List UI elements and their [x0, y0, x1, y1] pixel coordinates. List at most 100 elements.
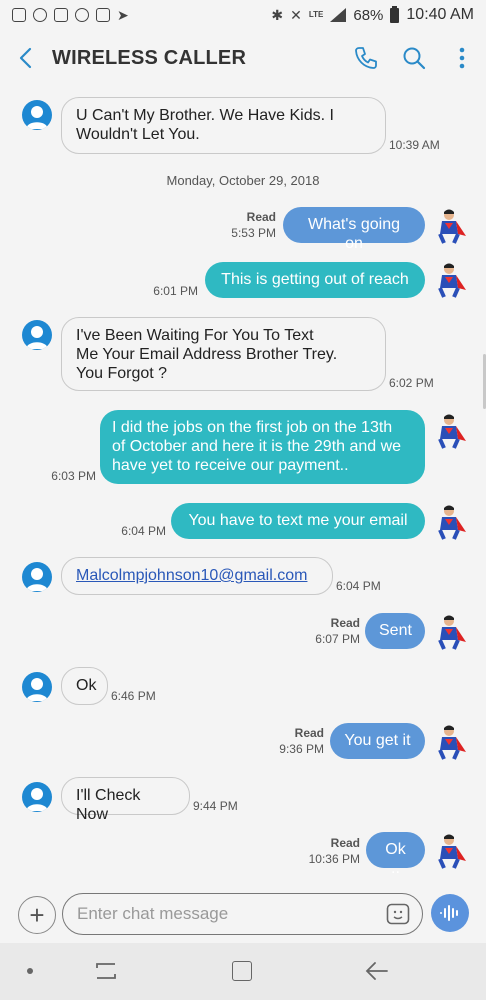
nav-dot-icon[interactable]	[27, 968, 33, 974]
search-icon	[403, 47, 426, 70]
message-meta: Read 10:36 PM	[296, 835, 360, 867]
message-time: 6:01 PM	[153, 284, 198, 298]
person-icon	[26, 678, 48, 701]
voice-record-button[interactable]	[431, 894, 469, 932]
superman-icon	[438, 209, 466, 244]
superman-icon	[438, 725, 466, 760]
message-time: 6:03 PM	[51, 469, 96, 483]
message-line: Wouldn't Let You.	[76, 126, 200, 143]
message-time: 6:02 PM	[389, 376, 434, 390]
message-meta: Read 6:07 PM	[298, 615, 360, 647]
message-line: have yet to receive our payment..	[112, 457, 349, 474]
outgoing-message[interactable]: This is getting out of reach	[205, 262, 425, 298]
notification-icons: ➤	[12, 8, 129, 22]
message-time: 6:07 PM	[315, 632, 360, 646]
incoming-message[interactable]: Ok	[61, 667, 108, 705]
message-time: 5:53 PM	[231, 226, 276, 240]
my-avatar[interactable]	[430, 612, 468, 650]
incoming-message[interactable]: Malcolmpjohnson10@gmail.com	[61, 557, 333, 595]
voice-icon	[440, 905, 458, 921]
building-icon	[12, 8, 26, 22]
home-icon[interactable]	[232, 961, 252, 981]
my-avatar[interactable]	[430, 722, 468, 760]
conversation-header: WIRELESS CALLER	[0, 30, 486, 86]
message-line: U Can't My Brother. We Have Kids. I	[76, 107, 334, 124]
message-composer: +	[0, 891, 486, 941]
recent-apps-icon[interactable]	[94, 960, 118, 982]
screenshot-icon	[96, 8, 110, 22]
my-avatar[interactable]	[430, 206, 468, 244]
outgoing-message[interactable]: Sent	[365, 613, 425, 649]
incoming-message[interactable]: I've Been Waiting For You To Text Me You…	[61, 317, 386, 391]
message-line: Ok ..	[385, 841, 406, 877]
more-vert-icon	[459, 47, 465, 69]
phone-icon	[355, 47, 377, 69]
outgoing-message[interactable]: What's going on	[283, 207, 425, 252]
instagram-icon	[54, 8, 68, 22]
contact-avatar[interactable]	[22, 100, 52, 130]
outgoing-message[interactable]: Ok ..	[366, 832, 425, 877]
superman-icon	[438, 263, 466, 298]
mute-icon: ✕	[290, 7, 302, 23]
message-time: 10:36 PM	[308, 852, 360, 866]
bluetooth-icon: ✱	[271, 7, 284, 23]
message-line: You get it	[344, 732, 411, 749]
call-button[interactable]	[342, 30, 390, 86]
sticker-icon[interactable]	[386, 903, 410, 925]
message-line: Sent	[379, 622, 412, 639]
message-input[interactable]	[77, 904, 367, 924]
message-line: Me Your Email Address Brother Trey.	[76, 346, 338, 363]
outgoing-message[interactable]: You have to text me your email	[171, 503, 425, 539]
message-list[interactable]: U Can't My Brother. We Have Kids. I Woul…	[0, 86, 486, 891]
attach-button[interactable]: +	[18, 896, 56, 934]
contact-avatar[interactable]	[22, 672, 52, 702]
message-meta: Read 9:36 PM	[260, 725, 324, 757]
message-line: of October and here it is the 29th and w…	[112, 438, 402, 455]
search-button[interactable]	[390, 30, 438, 86]
sprint-icon: ➤	[117, 7, 129, 23]
person-icon	[26, 106, 48, 129]
person-icon	[26, 788, 48, 811]
contact-avatar[interactable]	[22, 562, 52, 592]
my-avatar[interactable]	[430, 831, 468, 869]
message-time: 6:04 PM	[336, 579, 381, 593]
signal-icon	[330, 8, 347, 22]
system-icons: ✱ ✕ LTE 68% 10:40 AM	[271, 5, 474, 24]
contact-avatar[interactable]	[22, 320, 52, 350]
message-time: 9:44 PM	[193, 799, 238, 813]
person-icon	[26, 326, 48, 349]
my-avatar[interactable]	[430, 502, 468, 540]
message-line: You have to text me your email	[188, 512, 408, 529]
person-icon	[26, 568, 48, 591]
back-arrow-icon	[19, 47, 32, 69]
incoming-message[interactable]: U Can't My Brother. We Have Kids. I Woul…	[61, 97, 386, 154]
message-line: I did the jobs on the first job on the 1…	[112, 419, 393, 436]
lte-label: LTE	[308, 10, 324, 19]
incoming-message[interactable]: I'll Check Now	[61, 777, 190, 823]
message-line: I've Been Waiting For You To Text	[76, 327, 314, 344]
message-line: This is getting out of reach	[221, 271, 409, 288]
messenger-icon	[75, 8, 89, 22]
outgoing-message[interactable]: I did the jobs on the first job on the 1…	[100, 410, 425, 484]
nav-back-icon[interactable]	[364, 960, 390, 982]
message-input-box[interactable]	[62, 893, 423, 935]
back-button[interactable]	[0, 30, 52, 86]
outgoing-message[interactable]: You get it	[330, 723, 425, 759]
my-avatar[interactable]	[430, 260, 468, 298]
battery-percent: 68%	[353, 6, 384, 24]
plus-icon: +	[29, 900, 45, 930]
message-line: What's going on	[308, 216, 400, 252]
contact-avatar[interactable]	[22, 782, 52, 812]
contact-title: WIRELESS CALLER	[52, 46, 247, 69]
link-icon	[33, 8, 47, 22]
read-status: Read	[330, 836, 360, 850]
email-link[interactable]: Malcolmpjohnson10@gmail.com	[76, 567, 307, 584]
system-nav-bar	[0, 943, 486, 1000]
message-time: 6:46 PM	[111, 689, 156, 703]
message-time: 6:04 PM	[121, 524, 166, 538]
message-time: 9:36 PM	[279, 742, 324, 756]
message-line: I'll Check Now	[76, 787, 141, 823]
more-options-button[interactable]	[438, 30, 486, 86]
read-status: Read	[294, 726, 324, 740]
my-avatar[interactable]	[430, 411, 468, 449]
